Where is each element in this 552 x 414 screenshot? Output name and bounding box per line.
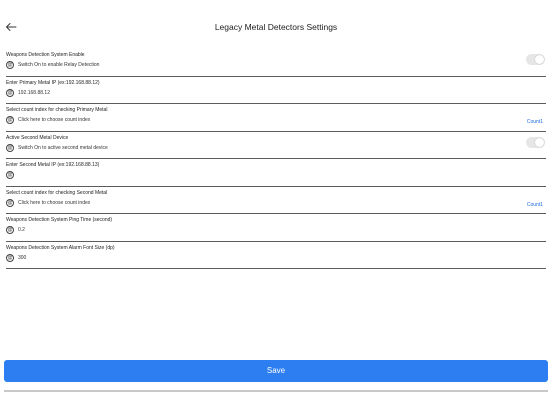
second-count-index-selector[interactable]: Click here to choose count index bbox=[18, 200, 90, 206]
page-title: Legacy Metal Detectors Settings bbox=[214, 22, 338, 32]
setting-primary-metal-ip[interactable]: Enter Primary Metal IP (ex:192.168.88.12… bbox=[6, 77, 546, 104]
save-button[interactable]: Save bbox=[4, 360, 548, 382]
setting-label: Enter Primary Metal IP (ex:192.168.88.12… bbox=[6, 79, 100, 86]
setting-label: Select count index for checking Primary … bbox=[6, 107, 108, 113]
setting-label: Enter Second Metal IP (ex:192.168.88.13) bbox=[6, 162, 100, 168]
setting-label: Weapons Detection System Alarm Font Size… bbox=[6, 244, 115, 251]
setting-active-second-metal: Active Second Metal Device @ Switch On t… bbox=[6, 132, 546, 159]
second-metal-toggle[interactable] bbox=[526, 136, 545, 148]
at-icon: @ bbox=[6, 116, 14, 124]
primary-count-index-selector[interactable]: Click here to choose count index bbox=[18, 117, 90, 123]
at-icon: @ bbox=[6, 61, 14, 69]
at-icon: @ bbox=[6, 226, 14, 234]
at-icon: @ bbox=[6, 198, 14, 207]
second-count-value[interactable]: Count1 bbox=[527, 202, 543, 208]
primary-metal-ip-input[interactable]: 192.168.88.12 bbox=[18, 90, 50, 96]
setting-hint: Switch On to enable Relay Detection bbox=[18, 62, 100, 68]
setting-label: Select count index for checking Second M… bbox=[6, 189, 108, 196]
at-icon: @ bbox=[6, 88, 14, 97]
toggle-knob bbox=[535, 55, 544, 64]
setting-label: Active Second Metal Device bbox=[6, 134, 69, 141]
primary-count-value[interactable]: Count1 bbox=[527, 119, 543, 125]
alarm-font-size-input[interactable]: 300 bbox=[18, 255, 26, 261]
setting-second-count-index[interactable]: Select count index for checking Second M… bbox=[6, 187, 546, 214]
bottom-divider bbox=[4, 390, 548, 392]
toggle-knob bbox=[535, 137, 544, 147]
setting-ping-time[interactable]: Weapons Detection System Ping Time (seco… bbox=[6, 214, 546, 242]
setting-alarm-font-size[interactable]: Weapons Detection System Alarm Font Size… bbox=[6, 242, 546, 269]
relay-detection-toggle[interactable] bbox=[526, 54, 545, 65]
setting-primary-count-index[interactable]: Select count index for checking Primary … bbox=[6, 104, 546, 132]
setting-second-metal-ip[interactable]: Enter Second Metal IP (ex:192.168.88.13)… bbox=[6, 159, 546, 187]
setting-label: Weapons Detection System Ping Time (seco… bbox=[6, 217, 113, 223]
setting-label: Weapons Detection System Enable bbox=[6, 52, 85, 58]
settings-list: Weapons Detection System Enable @ Switch… bbox=[6, 49, 546, 269]
setting-weapons-detection-enable: Weapons Detection System Enable @ Switch… bbox=[6, 49, 546, 77]
at-icon: @ bbox=[6, 143, 14, 152]
ping-time-input[interactable]: 0.2 bbox=[18, 227, 25, 233]
setting-hint: Switch On to active second metal device bbox=[18, 144, 108, 151]
at-icon: @ bbox=[6, 253, 14, 262]
header-bar: Legacy Metal Detectors Settings bbox=[0, 0, 552, 44]
at-icon: @ bbox=[6, 171, 14, 179]
